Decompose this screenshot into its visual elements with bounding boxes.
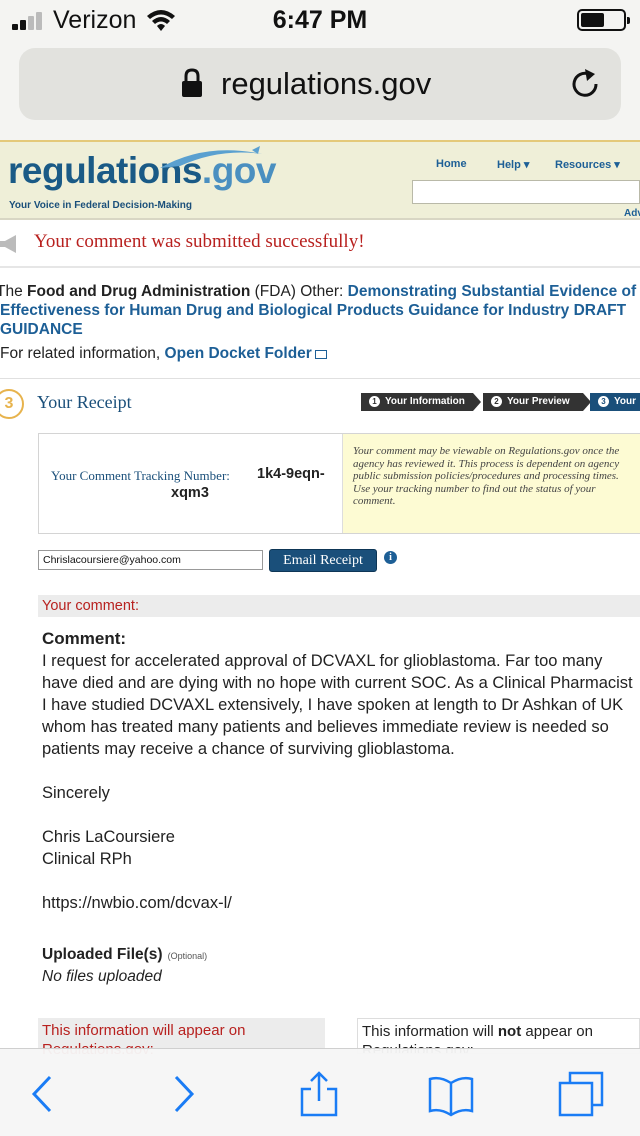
address-bar-area: regulations.gov: [0, 40, 640, 140]
step-your-information: 1 Your Information: [361, 393, 481, 411]
nav-help[interactable]: Help ▾: [497, 158, 529, 171]
docket-title: The Food and Drug Administration (FDA) O…: [0, 283, 637, 338]
site-header: regulations.gov Your Voice in Federal De…: [0, 140, 640, 220]
address-bar[interactable]: regulations.gov: [19, 48, 621, 120]
reload-icon[interactable]: [567, 66, 603, 102]
success-banner: Your comment was submitted successfully!: [0, 220, 640, 268]
comment-label: Comment:: [42, 629, 127, 648]
bookmarks-icon[interactable]: [428, 1071, 474, 1117]
step-number-badge: 3: [0, 389, 24, 419]
site-tagline: Your Voice in Federal Decision-Making: [9, 200, 193, 211]
tracking-number-cont: xqm3: [171, 485, 209, 501]
success-message: Your comment was submitted successfully!: [34, 231, 365, 252]
uploaded-files-label: Uploaded File(s) (Optional): [42, 946, 208, 963]
clock: 6:47 PM: [272, 6, 368, 34]
related-info: For related information, Open Docket Fol…: [0, 345, 327, 363]
tracking-label: Your Comment Tracking Number:: [51, 468, 230, 483]
tracking-note: Your comment may be viewable on Regulati…: [342, 434, 640, 533]
forward-icon[interactable]: [160, 1071, 206, 1117]
site-search-input[interactable]: [412, 180, 640, 204]
logo-swoosh-icon: [160, 146, 262, 168]
back-icon[interactable]: [20, 1071, 66, 1117]
megaphone-icon: [0, 235, 16, 253]
email-receipt-button[interactable]: Email Receipt: [269, 549, 377, 572]
agency-name: Food and Drug Administration: [27, 283, 251, 300]
tabs-icon[interactable]: [558, 1071, 604, 1117]
battery-icon: [577, 9, 630, 31]
email-field[interactable]: Chrislacoursiere@yahoo.com: [38, 550, 263, 570]
step-your-receipt: 3 Your: [590, 393, 640, 411]
receipt-title: Your Receipt: [37, 392, 132, 412]
lock-icon: [182, 68, 202, 97]
divider: [0, 378, 640, 379]
browser-toolbar: [0, 1048, 640, 1136]
nav-home[interactable]: Home: [436, 158, 467, 170]
nav-resources[interactable]: Resources ▾: [555, 158, 620, 171]
your-comment-heading: Your comment:: [38, 595, 640, 617]
tracking-number: 1k4-9eqn-: [257, 466, 325, 482]
tracking-box: Your Comment Tracking Number: 1k4-9eqn- …: [38, 433, 640, 534]
comment-text: I request for accelerated approval of DC…: [42, 652, 633, 912]
comment-body: Comment: I request for accelerated appro…: [42, 628, 640, 914]
share-icon[interactable]: [296, 1071, 342, 1117]
info-icon[interactable]: i: [384, 551, 397, 564]
status-bar: Verizon 6:47 PM: [0, 0, 640, 40]
no-files-text: No files uploaded: [42, 968, 162, 985]
step-your-preview: 2 Your Preview: [483, 393, 591, 411]
advanced-search-link[interactable]: Adv: [624, 208, 640, 219]
open-docket-folder-link[interactable]: Open Docket Folder: [165, 345, 312, 362]
folder-icon: [314, 350, 327, 359]
url-text: regulations.gov: [221, 66, 432, 101]
